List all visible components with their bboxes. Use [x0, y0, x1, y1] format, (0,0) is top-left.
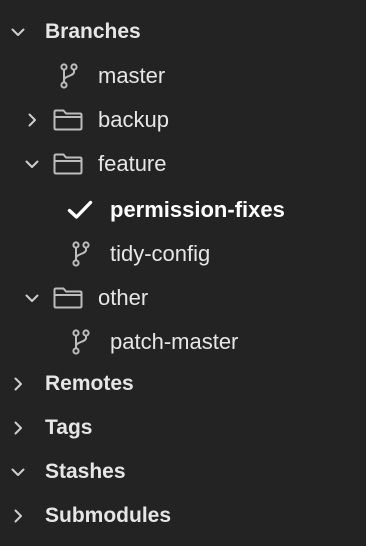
branch-icon: [58, 54, 80, 98]
folder-icon: [52, 142, 84, 186]
branch-label: master: [98, 63, 166, 88]
branch-item-permission-fixes[interactable]: permission-fixes: [0, 188, 366, 232]
folder-label: other: [98, 285, 149, 310]
branches-section-label: Branches: [45, 20, 141, 43]
chevron-down-icon[interactable]: [22, 142, 42, 186]
branch-icon: [70, 232, 92, 276]
chevron-right-icon[interactable]: [22, 98, 42, 142]
branch-icon: [70, 320, 92, 364]
chevron-down-icon[interactable]: [22, 276, 42, 320]
branches-section-header[interactable]: Branches: [0, 10, 366, 54]
checkmark-icon: [66, 188, 94, 232]
folder-icon: [52, 276, 84, 320]
remotes-section-label: Remotes: [45, 372, 134, 395]
tags-section-header[interactable]: Tags: [0, 406, 366, 450]
branch-item-master[interactable]: master: [0, 54, 366, 98]
folder-label: feature: [98, 151, 167, 176]
submodules-section-header[interactable]: Submodules: [0, 494, 366, 538]
remotes-section-header[interactable]: Remotes: [0, 362, 366, 406]
branch-folder-backup[interactable]: backup: [0, 98, 366, 142]
branch-item-tidy-config[interactable]: tidy-config: [0, 232, 366, 276]
tags-section-label: Tags: [45, 416, 93, 439]
chevron-right-icon[interactable]: [8, 362, 28, 406]
branch-label: tidy-config: [110, 241, 211, 266]
stashes-section-label: Stashes: [45, 460, 126, 483]
folder-label: backup: [98, 107, 169, 132]
branch-label: patch-master: [110, 329, 239, 354]
branch-item-patch-master[interactable]: patch-master: [0, 320, 366, 364]
branch-folder-other[interactable]: other: [0, 276, 366, 320]
chevron-right-icon[interactable]: [8, 494, 28, 538]
chevron-right-icon[interactable]: [8, 406, 28, 450]
folder-icon: [52, 98, 84, 142]
branch-folder-feature[interactable]: feature: [0, 142, 366, 186]
chevron-down-icon[interactable]: [8, 10, 28, 54]
stashes-section-header[interactable]: Stashes: [0, 450, 366, 494]
chevron-down-icon[interactable]: [8, 450, 28, 494]
submodules-section-label: Submodules: [45, 504, 172, 527]
branch-label: permission-fixes: [110, 197, 285, 222]
repository-sidebar-tree: Branches master backup feature permissio…: [0, 0, 366, 546]
